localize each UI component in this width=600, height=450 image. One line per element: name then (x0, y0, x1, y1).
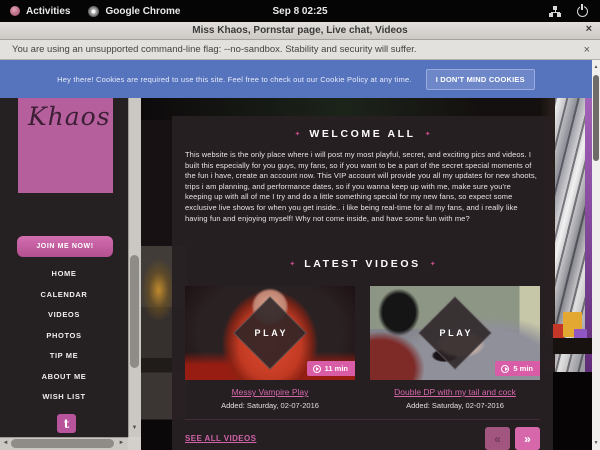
video-card: PLAY 5 min Double DP with my tail and co… (370, 286, 540, 410)
network-icon-part (551, 12, 560, 13)
network-icon[interactable] (549, 6, 561, 17)
scroll-up-arrow-icon[interactable]: ▲ (592, 61, 600, 73)
diamond-icon: ✦ (425, 130, 431, 138)
welcome-title: WELCOME ALL (309, 128, 415, 140)
chrome-icon (88, 6, 99, 17)
sidebar-item-calendar[interactable]: CALENDAR (0, 285, 128, 306)
duration-badge: 5 min (495, 361, 540, 376)
welcome-text: This website is the only place where i w… (185, 150, 540, 224)
power-icon[interactable] (577, 6, 588, 17)
cookie-banner: Hey there! Cookies are required to use t… (0, 60, 592, 98)
infobar-close-button[interactable]: × (584, 44, 590, 56)
sidebar-horizontal-scrollbar-thumb[interactable] (11, 439, 114, 448)
video-added-date: Added: Saturday, 02-07-2016 (185, 401, 355, 410)
app-menu-button[interactable]: Google Chrome (88, 6, 180, 17)
play-label: PLAY (245, 308, 295, 358)
diamond-icon: ✦ (430, 260, 436, 268)
section-divider (185, 419, 540, 420)
sidebar-item-photos[interactable]: PHOTOS (0, 326, 128, 347)
sidebar-item-about-me[interactable]: ABOUT ME (0, 367, 128, 388)
duration-label: 5 min (513, 364, 533, 373)
sidebar-item-home[interactable]: HOME (0, 264, 128, 285)
page-vertical-scrollbar-thumb[interactable] (593, 75, 599, 161)
duration-badge: 11 min (307, 361, 355, 376)
pagination-next-button[interactable]: » (515, 427, 540, 450)
welcome-heading: ✦ WELCOME ALL ✦ (172, 116, 553, 140)
video-thumbnail[interactable]: PLAY 5 min (370, 286, 540, 380)
sidebar-item-videos[interactable]: VIDEOS (0, 305, 128, 326)
activities-icon (10, 6, 20, 16)
main-frame: ✦ WELCOME ALL ✦ This website is the only… (141, 98, 592, 450)
video-title-link[interactable]: Messy Vampire Play (185, 387, 355, 397)
cookie-message: Hey there! Cookies are required to use t… (57, 75, 412, 84)
sidebar-item-tip-me[interactable]: TIP ME (0, 346, 128, 367)
duration-label: 11 min (325, 364, 348, 373)
scroll-down-arrow-icon[interactable]: ▼ (128, 419, 141, 437)
logo-text-top: Miss (28, 98, 113, 100)
window-titlebar[interactable]: Miss Khaos, Pornstar page, Live chat, Vi… (0, 22, 600, 40)
accept-cookies-button[interactable]: I DON'T MIND COOKIES (426, 69, 535, 90)
video-thumbnail[interactable]: PLAY 11 min (185, 286, 355, 380)
pagination-prev-button[interactable]: « (485, 427, 510, 450)
window-close-button[interactable]: × (586, 23, 592, 35)
sidebar-item-wish-list[interactable]: WISH LIST (0, 387, 128, 408)
site-logo[interactable]: Miss Khaos (18, 98, 113, 193)
chrome-infobar: You are using an unsupported command-lin… (0, 40, 600, 60)
activities-label: Activities (26, 6, 70, 17)
content-panel: ✦ WELCOME ALL ✦ This website is the only… (172, 116, 553, 450)
videos-footer: SEE ALL VIDEOS « » (185, 427, 540, 450)
infobar-message: You are using an unsupported command-lin… (12, 44, 417, 55)
join-button[interactable]: JOIN ME NOW! (17, 236, 113, 257)
scrollbar-corner (128, 437, 141, 450)
play-button[interactable]: PLAY (233, 296, 307, 370)
latest-videos-heading: ✦ LATEST VIDEOS ✦ (172, 258, 553, 270)
scroll-down-arrow-icon[interactable]: ▼ (592, 437, 600, 449)
play-label: PLAY (430, 308, 480, 358)
video-added-date: Added: Saturday, 02-07-2016 (370, 401, 540, 410)
diamond-icon: ✦ (289, 260, 295, 268)
window-title: Miss Khaos, Pornstar page, Live chat, Vi… (192, 25, 407, 36)
desktop: Activities Google Chrome Sep 8 02:25 Mis… (0, 0, 600, 450)
video-card: PLAY 11 min Messy Vampire Play Added: Sa… (185, 286, 355, 410)
diamond-icon: ✦ (294, 130, 300, 138)
pagination: « » (485, 427, 540, 450)
logo-text-main: Khaos (28, 102, 113, 131)
play-button[interactable]: PLAY (418, 296, 492, 370)
twitter-button[interactable]: t (57, 414, 76, 433)
play-circle-icon (313, 365, 321, 373)
sidebar-vertical-scrollbar-thumb[interactable] (130, 255, 139, 368)
sidebar-frame: Miss Khaos JOIN ME NOW! HOME CALENDAR VI… (0, 98, 128, 450)
app-menu-label: Google Chrome (105, 6, 180, 17)
scroll-left-arrow-icon[interactable]: ◄ (0, 437, 11, 450)
twitter-icon: t (64, 417, 70, 431)
see-all-videos-link[interactable]: SEE ALL VIDEOS (185, 434, 256, 443)
scroll-right-arrow-icon[interactable]: ► (116, 437, 127, 450)
sidebar-menu: HOME CALENDAR VIDEOS PHOTOS TIP ME ABOUT… (0, 264, 128, 408)
video-title-link[interactable]: Double DP with my tail and cock (370, 387, 540, 397)
video-list: PLAY 11 min Messy Vampire Play Added: Sa… (172, 286, 553, 410)
latest-videos-title: LATEST VIDEOS (304, 258, 420, 270)
network-icon-part (551, 12, 552, 14)
play-circle-icon (501, 365, 509, 373)
gnome-top-bar: Activities Google Chrome Sep 8 02:25 (0, 0, 600, 22)
activities-button[interactable]: Activities (10, 6, 70, 17)
